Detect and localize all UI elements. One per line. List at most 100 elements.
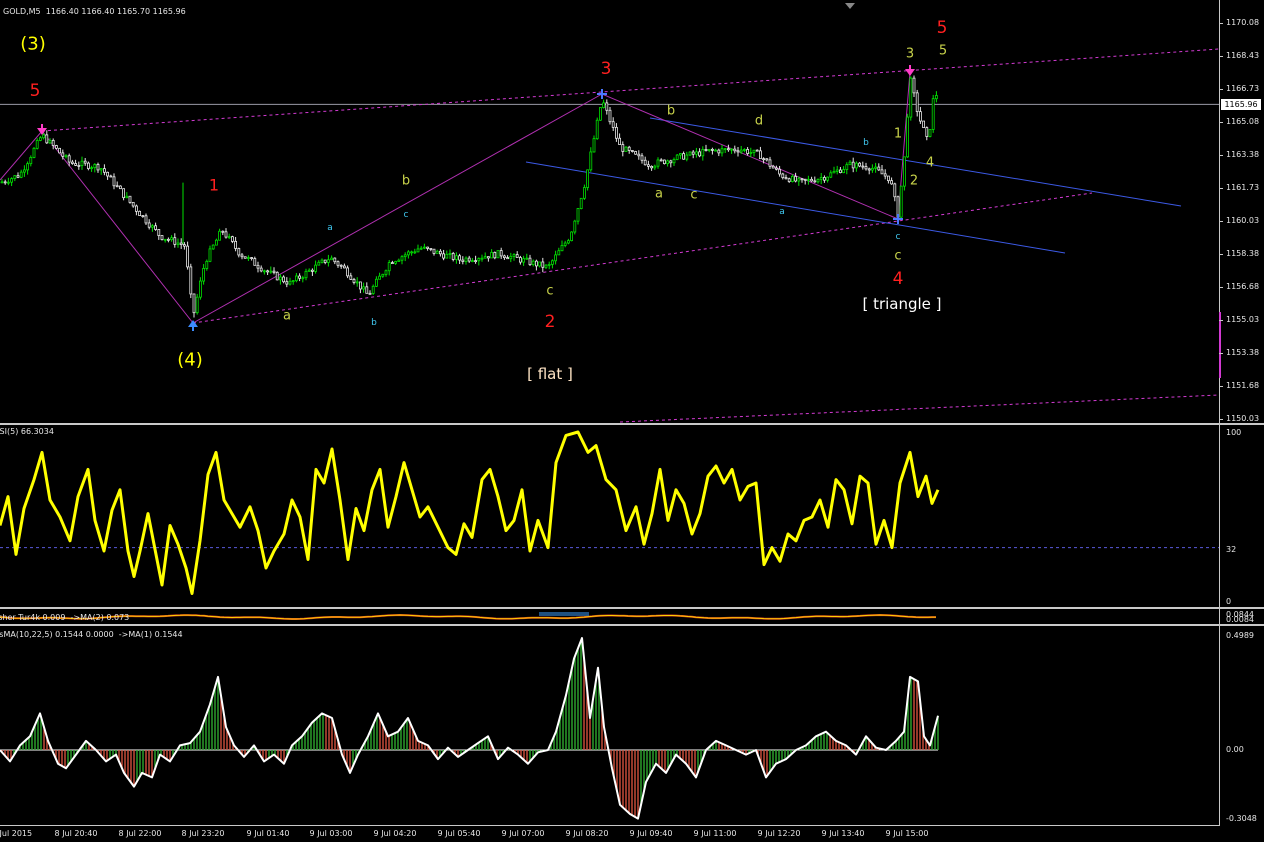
- candle-body: [211, 244, 215, 250]
- candle-body: [877, 166, 881, 171]
- candle-body: [58, 147, 61, 154]
- candle-body: [262, 270, 266, 273]
- osma-tick-label: 0.00: [1226, 745, 1244, 754]
- candle-body: [138, 210, 142, 216]
- candle-body: [925, 127, 929, 137]
- candle-body: [371, 285, 375, 294]
- candle-body: [826, 176, 829, 181]
- candle-body: [816, 178, 820, 183]
- candle-body: [394, 261, 398, 264]
- candle-body: [794, 175, 797, 182]
- candle-body: [535, 260, 538, 267]
- price-tick-label: 1170.08: [1226, 18, 1260, 27]
- upper-dotted-trendline: [41, 48, 1220, 132]
- candle-body: [685, 154, 689, 160]
- candle-body: [16, 175, 20, 178]
- candle-body: [595, 119, 599, 140]
- candle-body: [246, 257, 250, 259]
- candle-body: [621, 144, 625, 152]
- wave-label: b: [371, 318, 377, 328]
- candle-body: [752, 149, 756, 153]
- candle-body: [390, 262, 394, 264]
- price-tick-label: 1168.43: [1226, 51, 1260, 60]
- candle-body: [695, 151, 698, 155]
- candle-body: [893, 183, 897, 198]
- candle-body: [765, 158, 769, 161]
- candle-body: [861, 165, 865, 168]
- candle-body: [406, 251, 410, 256]
- candle-body: [679, 153, 682, 156]
- candle-body: [512, 254, 516, 257]
- candle-body: [333, 257, 337, 263]
- chart-canvas[interactable]: [0, 0, 1264, 842]
- candle-body: [320, 259, 324, 263]
- candle-body: [579, 197, 583, 209]
- candle-body: [768, 159, 772, 167]
- wave-label: 3: [600, 59, 612, 79]
- candle-body: [528, 257, 532, 265]
- candle-body: [813, 180, 817, 183]
- candle-body: [429, 248, 433, 250]
- candle-body: [317, 261, 321, 266]
- candle-body: [486, 256, 490, 259]
- candle-body: [157, 229, 161, 236]
- candle-body: [288, 280, 292, 285]
- rsi-line: [0, 430, 940, 595]
- candle-body: [10, 178, 14, 183]
- candle-body: [451, 253, 455, 260]
- candle-body: [80, 160, 84, 166]
- wave-label: c: [690, 187, 698, 203]
- pane-separator-fisher[interactable]: [0, 607, 1264, 609]
- candle-body: [99, 168, 103, 171]
- candle-body: [198, 280, 202, 298]
- candle-body: [810, 178, 813, 182]
- chart-shift-marker-icon[interactable]: [845, 3, 855, 9]
- candle-body: [643, 159, 647, 166]
- osma-signal-line: [0, 637, 939, 820]
- candle-body: [627, 146, 631, 151]
- candle-body: [602, 102, 605, 108]
- candle-body: [192, 293, 196, 314]
- candle-body: [403, 254, 407, 258]
- candle-body: [807, 178, 810, 181]
- pane-separator-osma[interactable]: [0, 624, 1264, 626]
- pane-separator-rsi[interactable]: [0, 423, 1264, 425]
- candle-body: [19, 171, 23, 178]
- wave-label: 5: [938, 43, 948, 59]
- candle-body: [90, 167, 93, 170]
- candle-body: [461, 259, 465, 262]
- candle-body: [653, 165, 657, 169]
- candle-body: [800, 178, 804, 181]
- candle-body: [278, 276, 282, 281]
- candle-body: [378, 275, 382, 280]
- price-tick-mark: [1219, 221, 1223, 222]
- candle-body: [659, 159, 663, 162]
- price-tick-mark: [1219, 122, 1223, 123]
- candle-body: [186, 245, 190, 268]
- candle-body: [285, 281, 289, 285]
- candle-body: [381, 273, 385, 277]
- candle-body: [691, 151, 695, 155]
- price-pane-title: GOLD,M5 1166.40 1166.40 1165.70 1165.96: [3, 7, 186, 16]
- candle-body: [880, 169, 884, 175]
- candle-body: [410, 251, 414, 254]
- candle-body: [237, 248, 241, 256]
- price-tick-mark: [1219, 320, 1223, 321]
- fisher-chart-layer: [0, 612, 936, 620]
- candle-body: [874, 166, 877, 169]
- candle-body: [13, 175, 17, 180]
- price-tick-mark: [1219, 155, 1223, 156]
- candle-body: [22, 169, 26, 173]
- candle-body: [842, 169, 845, 174]
- candle-body: [109, 175, 113, 178]
- candle-body: [672, 159, 676, 164]
- time-tick-label: 9 Jul 03:00: [309, 829, 353, 838]
- candle-body: [583, 187, 586, 199]
- candle-body: [147, 222, 151, 228]
- triangle-upper-line: [649, 117, 1182, 207]
- wave-label: c: [403, 210, 409, 220]
- candle-body: [125, 195, 129, 199]
- candle-body: [170, 237, 174, 241]
- candle-body: [547, 263, 551, 266]
- candle-body: [342, 265, 346, 269]
